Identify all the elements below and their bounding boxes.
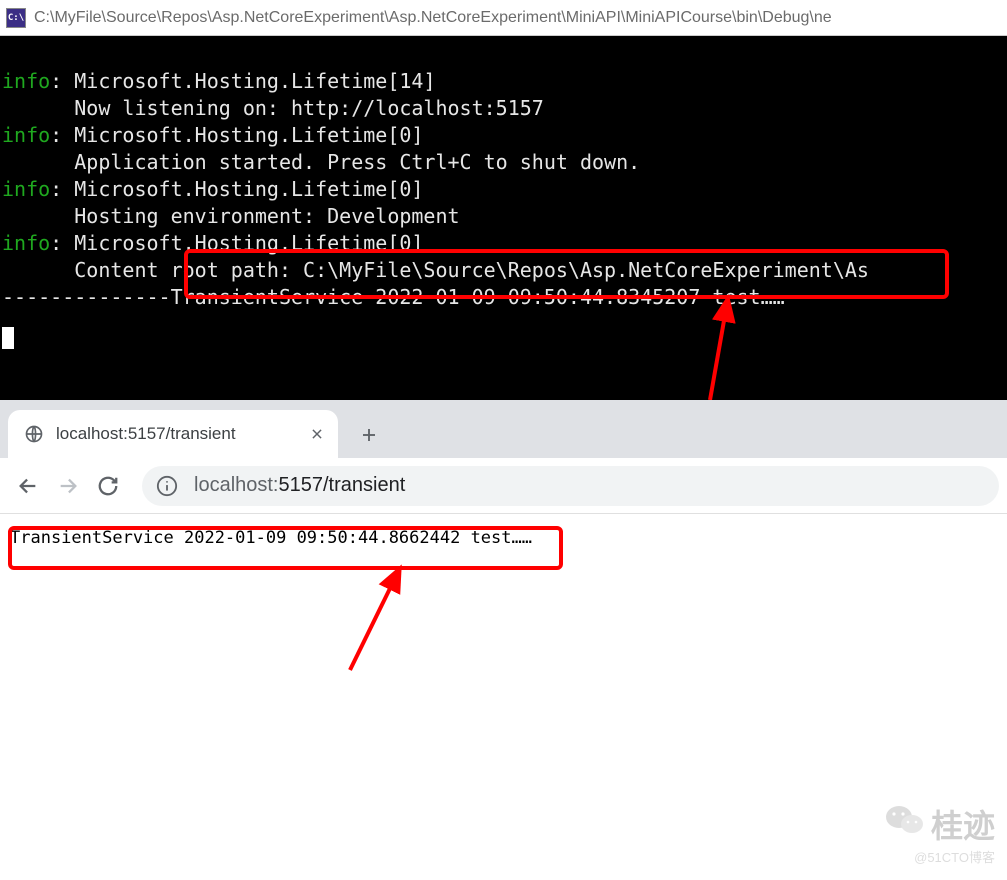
watermark: 桂迹 @51CTO博客 (885, 801, 995, 866)
browser-page-content: TransientService 2022-01-09 09:50:44.866… (0, 514, 1007, 562)
browser-tab-bar: localhost:5157/transient (0, 400, 1007, 458)
browser-window: localhost:5157/transient (0, 400, 1007, 880)
log-level: info (2, 231, 50, 255)
back-button[interactable] (8, 466, 48, 506)
log-level: info (2, 69, 50, 93)
close-tab-button[interactable] (308, 425, 326, 443)
log-level: info (2, 177, 50, 201)
wechat-icon (885, 803, 925, 845)
console-title-text: C:\MyFile\Source\Repos\Asp.NetCoreExperi… (34, 9, 832, 27)
browser-toolbar: localhost:5157/transient (0, 458, 1007, 514)
log-level: info (2, 123, 50, 147)
page-response-text: TransientService 2022-01-09 09:50:44.866… (10, 528, 532, 548)
site-info-icon[interactable] (156, 475, 178, 497)
console-window: C:\ C:\MyFile\Source\Repos\Asp.NetCoreEx… (0, 0, 1007, 400)
console-titlebar: C:\ C:\MyFile\Source\Repos\Asp.NetCoreEx… (0, 0, 1007, 36)
tab-title: localhost:5157/transient (56, 424, 268, 444)
reload-button[interactable] (88, 466, 128, 506)
browser-tab[interactable]: localhost:5157/transient (8, 410, 338, 458)
console-app-icon: C:\ (6, 8, 26, 28)
globe-icon (24, 424, 44, 444)
console-cursor (2, 327, 14, 349)
new-tab-button[interactable] (352, 418, 386, 452)
address-text: localhost:5157/transient (194, 474, 405, 497)
highlighted-console-line: --------------TransientService 2022-01-0… (2, 285, 785, 309)
forward-button[interactable] (48, 466, 88, 506)
console-output: info: Microsoft.Hosting.Lifetime[14] Now… (0, 36, 1007, 365)
address-bar[interactable]: localhost:5157/transient (142, 466, 999, 506)
